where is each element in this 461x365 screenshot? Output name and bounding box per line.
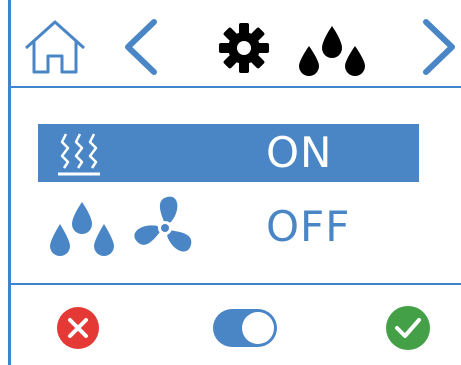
water-drops-icon (46, 200, 118, 258)
cancel-icon[interactable] (56, 306, 100, 350)
heater-icon (56, 128, 102, 178)
fan-icon (130, 194, 200, 262)
footer-divider (8, 283, 461, 285)
header-divider (8, 86, 461, 88)
chevron-left-icon[interactable] (120, 18, 160, 76)
chevron-right-icon[interactable] (420, 18, 460, 76)
toggle-icon[interactable] (212, 308, 278, 348)
confirm-icon[interactable] (385, 305, 431, 351)
water-drops-icon (296, 24, 368, 76)
heater-row[interactable]: ON (38, 124, 419, 182)
humidifier-fan-row[interactable]: OFF (38, 196, 419, 258)
home-icon[interactable] (22, 18, 88, 76)
humidifier-fan-state: OFF (266, 202, 351, 251)
heater-state: ON (266, 128, 333, 177)
gear-icon (218, 22, 270, 74)
